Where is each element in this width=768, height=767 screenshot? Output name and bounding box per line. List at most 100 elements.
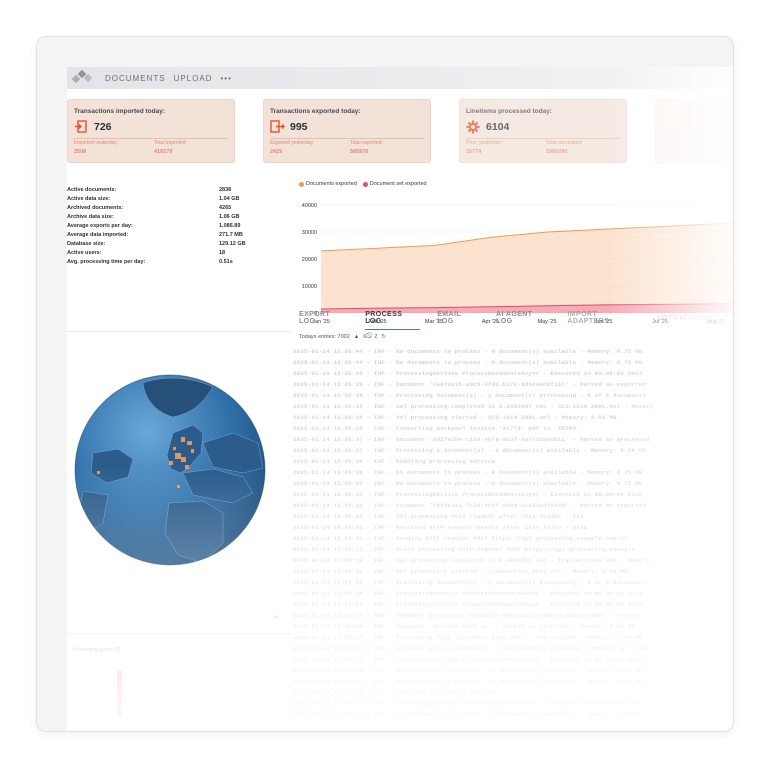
stat-label: Active users:	[67, 250, 102, 256]
export-chart: Documents exported Document set exported…	[299, 175, 733, 325]
stat-label: Database size:	[67, 241, 106, 247]
tab-import-adapters[interactable]: IMPORT ADAPTERS	[567, 311, 639, 325]
stat-label: Average exports per day:	[67, 223, 133, 229]
log-line: 2025-01-14 15:05:18 - INF - No documents…	[293, 711, 643, 718]
log-line: 2025-01-14 15:05:21 - INF - No documents…	[293, 678, 643, 685]
card-sub-value: 2508	[74, 149, 87, 155]
stat-row: Archive data size: 1.06 GB	[67, 214, 267, 223]
tab-ai-agent-log[interactable]: AI AGENT LOG	[496, 311, 550, 325]
stat-label: Active documents:	[67, 187, 117, 193]
globe-controls-label: hh	[273, 615, 279, 621]
import-icon	[74, 120, 87, 135]
stat-value: 18	[219, 250, 226, 256]
card-sub-value: 2429	[270, 149, 283, 155]
log-line: 2025-01-14 15:05:27 - INF - ProcessingSe…	[293, 601, 643, 608]
card-lineitems: Lineitems processed today: 6104 Proc. ye…	[459, 99, 627, 163]
log-line: 2025-01-14 15:05:31 - INF - Sending HTTP…	[293, 535, 628, 542]
stat-row: Active data size: 1.04 GB	[67, 196, 267, 205]
log-line: 2025-01-14 15:05:32 - INF - Xml processi…	[293, 513, 584, 520]
stat-label: Avg. processing time per day:	[67, 259, 146, 265]
top-navigation-bar: DOCUMENTS UPLOAD •••	[67, 67, 733, 89]
entries-summary: Todays entries: 7002 ▲ 6 ⃠ 2 ↻	[299, 333, 390, 340]
log-line: 2025-01-14 15:05:31 - INF - Start proces…	[293, 546, 636, 553]
log-line: 2025-01-14 15:05:26 - INF - Document 'Ar…	[293, 623, 636, 630]
stat-value: 129.12 GB	[219, 241, 246, 247]
log-line: 2025-01-14 15:05:38 - INF - Converting W…	[293, 425, 580, 432]
tab-email-log[interactable]: EMAIL LOG	[437, 311, 479, 325]
y-tick-label: 10000	[302, 284, 317, 290]
log-line: 2025-01-14 15:05:32 - INF - Received HTT…	[293, 524, 588, 531]
card-title: Transactions imported today:	[74, 108, 166, 115]
tab-export-log[interactable]: EXPORT LOG	[299, 311, 348, 325]
refresh-icon[interactable]: ↻	[381, 334, 386, 340]
tab-notifications[interactable]: NOTIFICATIONS	[657, 315, 716, 322]
log-line: 2025-01-14 15:05:20 - INF - Enabling pro…	[293, 689, 496, 696]
card-sub-label: Total exported:	[350, 140, 383, 146]
stat-label: Archived documents:	[67, 205, 124, 211]
stat-label: Archive data size:	[67, 214, 114, 220]
stat-row: Active users: 18	[67, 250, 267, 259]
card-value: 995	[290, 121, 308, 133]
stat-value: 1.06 GB	[219, 214, 240, 220]
card-value: 726	[94, 121, 112, 133]
card-sub-label: Proc. yesterday:	[466, 140, 503, 146]
stat-label: Average data imported:	[67, 232, 129, 238]
nav-documents[interactable]: DOCUMENTS	[105, 74, 166, 83]
log-line: 2025-01-14 15:05:38 - INF - Processing d…	[293, 392, 647, 399]
y-tick-label: 20000	[302, 257, 317, 263]
stat-row: Average exports per day: 1,086.89	[67, 223, 267, 232]
stat-row: Average data imported: 271.7 MB	[67, 232, 267, 241]
tab-process-log[interactable]: PROCESS LOG	[365, 311, 421, 330]
log-line: 2025-01-14 15:05:36 - INF - No documents…	[293, 469, 643, 476]
log-line: 2025-01-14 15:05:30 - INF - Xml processi…	[293, 557, 650, 564]
app-viewport: DOCUMENTS UPLOAD ••• Transactions import…	[67, 67, 733, 731]
log-line: 2025-01-14 15:05:43 - INF - ProcessingSe…	[293, 370, 643, 377]
log-line: 2025-01-14 15:05:38 - INF - Xml processi…	[293, 414, 617, 421]
stat-value: 4265	[219, 205, 232, 211]
nav-upload[interactable]: UPLOAD	[174, 74, 213, 83]
log-line: 2025-01-14 15:05:44 - INF - No documents…	[293, 359, 643, 366]
section-divider	[67, 633, 291, 634]
card-title: Transactions exported today:	[270, 108, 361, 115]
log-line: 2025-01-14 15:05:39 - INF - Document '4a…	[293, 381, 647, 388]
stat-label: Active data size:	[67, 196, 111, 202]
gear-icon	[466, 120, 480, 136]
error-count: 2	[374, 333, 378, 340]
stat-row: Database size: 129.12 GB	[67, 241, 267, 250]
card-partial	[655, 99, 733, 163]
stat-value: 1.04 GB	[219, 196, 240, 202]
card-sub-value: 585970	[350, 149, 369, 155]
log-line: 2025-01-14 15:05:36 - INF - Enabling pro…	[293, 458, 496, 465]
card-divider	[270, 138, 424, 139]
warning-count: 6	[363, 333, 367, 340]
stat-row: Avg. processing time per day: 0.51s	[67, 259, 267, 268]
log-line: 2025-01-14 15:05:34 - INF - ProcessingSe…	[293, 491, 643, 498]
log-line: 2025-01-14 15:05:19 - INF - ProcessingSe…	[293, 700, 643, 707]
summary-cards: Transactions imported today: 726 Importe…	[67, 99, 733, 163]
card-sub-label: Total imported:	[154, 140, 187, 146]
y-tick-label: 30000	[302, 230, 317, 236]
card-sub-value: 25774	[466, 149, 482, 155]
processing-queue-title: Processing queue (0)	[73, 647, 121, 653]
card-sub-label: Exported yesterday:	[270, 140, 315, 146]
process-log[interactable]: 2025-01-14 15:05:44 - INF - No documents…	[293, 348, 733, 728]
card-sub-label: Total processed:	[546, 140, 583, 146]
log-line: 2025-01-14 15:05:37 - INF - Processing 1…	[293, 447, 647, 454]
card-exported: Transactions exported today: 995 Exporte…	[263, 99, 431, 163]
card-title: Lineitems processed today:	[466, 108, 552, 115]
window-frame: DOCUMENTS UPLOAD ••• Transactions import…	[36, 36, 734, 732]
chart-canvas: 400003000020000100000Jan '25 Feb '25 Mar '…	[302, 203, 733, 325]
world-globe[interactable]	[73, 373, 267, 567]
stat-row: Active documents: 2838	[67, 187, 267, 196]
log-line: 2025-01-14 15:05:35 - INF - No documents…	[293, 480, 643, 487]
series-area-0	[321, 223, 733, 313]
entries-count: Todays entries: 7002	[299, 333, 350, 340]
log-tabs: EXPORT LOG PROCESS LOG EMAIL LOG AI AGENT L…	[299, 307, 733, 330]
card-value: 6104	[486, 121, 510, 133]
card-divider	[466, 138, 620, 139]
log-line: 2025-01-14 15:05:38 - INF - Xml processi…	[293, 403, 654, 410]
nav-more-menu[interactable]: •••	[220, 74, 231, 83]
log-line: 2025-01-14 15:05:22 - INF - No documents…	[293, 667, 643, 674]
log-line: 2025-01-14 15:05:28 - INF - ProcessingSe…	[293, 590, 643, 597]
queue-bar	[117, 671, 122, 717]
